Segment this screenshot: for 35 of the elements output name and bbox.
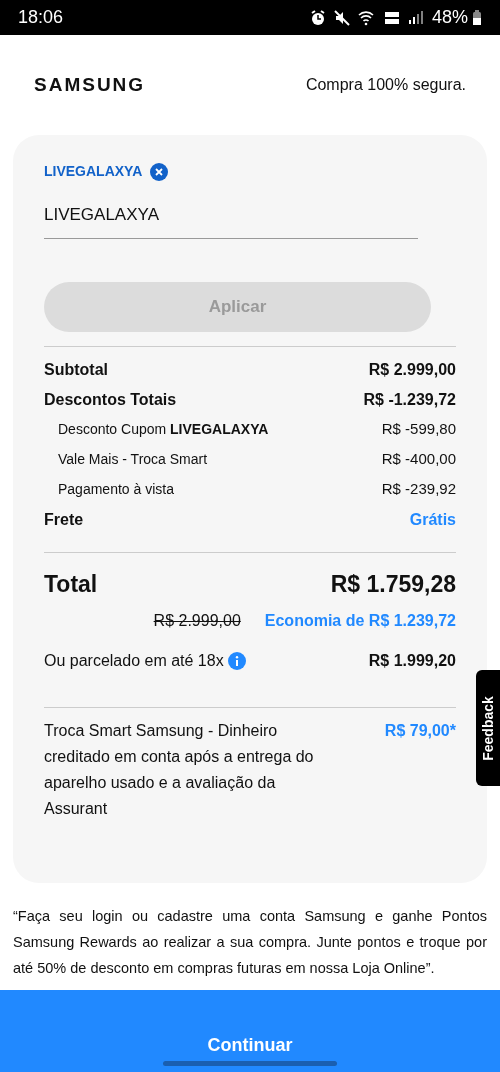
summary-label: Frete	[44, 509, 84, 530]
status-time: 18:06	[18, 6, 64, 29]
samsung-logo[interactable]: SAMSUNG	[34, 70, 146, 100]
trade-in-value: R$ 79,00*	[384, 721, 456, 741]
original-price: R$ 2.999,00	[153, 611, 241, 631]
mute-icon	[333, 9, 350, 26]
coupon-input-field[interactable]: LIVEGALAXYA	[44, 198, 418, 239]
battery-level: 48%	[431, 6, 468, 29]
signal-icon	[407, 9, 424, 26]
wifi-icon	[357, 9, 376, 26]
feedback-tab[interactable]: Feedback	[476, 670, 500, 786]
installments-label: Ou parcelado em até 18x	[44, 651, 224, 671]
applied-coupon-code: LIVEGALAXYA	[44, 162, 143, 181]
discount-label: Vale Mais - Troca Smart	[58, 450, 208, 469]
summary-value: R$ 2.999,00	[368, 359, 456, 380]
summary-value: R$ -400,00	[381, 449, 456, 470]
summary-value: Grátis	[409, 509, 456, 530]
alarm-icon	[309, 9, 326, 26]
secure-purchase-text: Compra 100% segura.	[305, 75, 466, 95]
rewards-disclaimer: “Faça seu login ou cadastre uma conta Samsung e ganhe Pontos Samsung Rewards ao realizar a sua compra. Junte pontos e troque por até 50% de desconto em compras futuras em nossa Loja Online”.	[12, 907, 488, 978]
total-label: Total	[44, 569, 98, 599]
discount-label: Pagamento à vista	[58, 480, 174, 499]
summary-value: R$ -599,80	[381, 419, 456, 440]
info-icon[interactable]	[227, 652, 246, 670]
summary-label: Subtotal	[44, 359, 108, 380]
trade-in-text: Troca Smart Samsung - Dinheiro creditado em conta após a entrega do aparelho usado e a avaliação da Assurant	[44, 721, 314, 819]
summary-label: Descontos Totais	[44, 389, 177, 410]
installments-value: R$ 1.999,20	[368, 651, 456, 671]
summary-value: R$ -1.239,72	[363, 389, 456, 410]
remove-icon[interactable]	[150, 162, 169, 181]
savings-text: Economia de R$ 1.239,72	[264, 611, 456, 631]
discount-label: Desconto Cupom LIVEGALAXYA	[58, 420, 269, 439]
total-value: R$ 1.759,28	[330, 569, 456, 599]
summary-value: R$ -239,92	[381, 479, 456, 500]
battery-icon	[472, 9, 482, 26]
